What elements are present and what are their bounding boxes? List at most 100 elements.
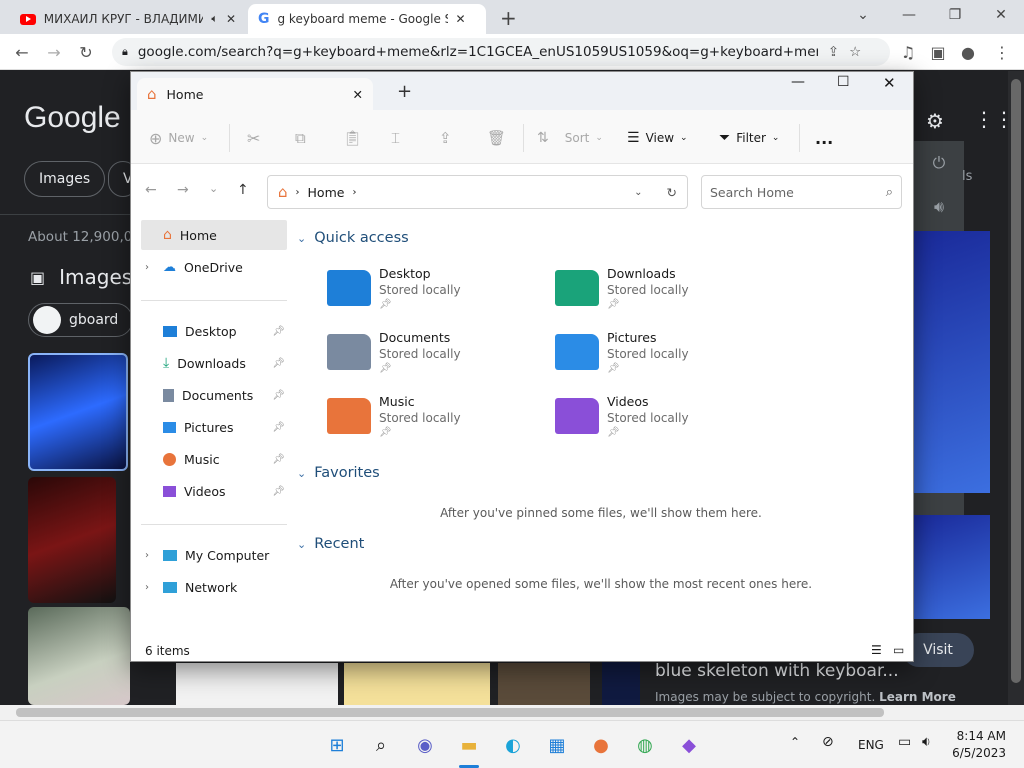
close-tab-icon[interactable]: ✕ xyxy=(226,12,236,26)
nav-item-documents[interactable]: Documents 📌︎ xyxy=(141,380,287,410)
view-button[interactable]: ☰ View ⌄ xyxy=(627,124,688,152)
refresh-icon[interactable]: ↻ xyxy=(667,185,677,200)
image-result-skeleton-blue[interactable] xyxy=(28,353,128,471)
chip-gboard[interactable]: gboard xyxy=(28,303,134,337)
edge-icon[interactable]: ◐ xyxy=(497,729,529,761)
quick-access-item-downloads[interactable]: Downloads Stored locally 📌︎ xyxy=(555,266,775,320)
close-tab-icon[interactable]: ✕ xyxy=(353,87,363,102)
forward-icon[interactable]: → xyxy=(38,34,70,70)
tab-search-icon[interactable]: ⌄ xyxy=(840,0,886,30)
back-icon[interactable]: ← xyxy=(6,34,38,70)
details-view-icon[interactable]: ☰ xyxy=(871,643,882,657)
share-icon[interactable]: ⇪ xyxy=(828,44,839,60)
tab-youtube[interactable]: МИХАИЛ КРУГ - ВЛАДИМИ 🔈︎ ✕ xyxy=(10,4,246,34)
nav-item-videos[interactable]: Videos 📌︎ xyxy=(141,476,287,506)
volume-icon[interactable]: 🔉︎ xyxy=(922,734,931,750)
chevron-down-icon[interactable]: ⌄ xyxy=(634,187,642,198)
sort-button[interactable]: ⇅ Sort ⌄ xyxy=(537,124,603,152)
tools-label[interactable]: ls xyxy=(962,169,972,184)
menu-icon[interactable]: ⋮ xyxy=(986,34,1018,70)
image-result-grid[interactable] xyxy=(176,663,338,705)
new-tab-button[interactable]: + xyxy=(500,6,517,30)
minimize-button[interactable]: — xyxy=(791,74,805,90)
scroll-thumb[interactable] xyxy=(16,708,884,717)
pin-icon[interactable]: 📌︎ xyxy=(607,427,689,438)
close-browser-button[interactable]: ✕ xyxy=(978,0,1024,30)
maximize-button[interactable]: ☐ xyxy=(837,74,850,90)
nav-item-music[interactable]: Music 📌︎ xyxy=(141,444,287,474)
chevron-right-icon[interactable]: › xyxy=(145,262,149,273)
cut-icon[interactable]: ✂ xyxy=(247,124,260,152)
nav-item-network[interactable]: › Network xyxy=(141,572,287,602)
section-quick-access[interactable]: ⌄ Quick access xyxy=(297,230,409,246)
quick-access-item-desktop[interactable]: Desktop Stored locally 📌︎ xyxy=(327,266,547,320)
image-result-yellow[interactable] xyxy=(344,663,490,705)
section-recent[interactable]: ⌄ Recent xyxy=(297,536,364,552)
store-icon[interactable]: ▦ xyxy=(541,729,573,761)
chevron-up-icon[interactable]: ⌃ xyxy=(790,735,800,749)
tiles-view-icon[interactable]: ▭ xyxy=(893,643,904,657)
clock[interactable]: 8:14 AM 6/5/2023 xyxy=(948,729,1006,760)
preview-image-top[interactable] xyxy=(914,231,990,493)
back-icon[interactable]: ← xyxy=(145,182,157,198)
pin-icon[interactable]: 📌︎ xyxy=(379,363,461,374)
nav-item-mycomputer[interactable]: › My Computer xyxy=(141,540,287,570)
horizontal-scrollbar[interactable] xyxy=(0,705,1024,720)
google-logo[interactable]: Google xyxy=(24,101,121,135)
copy-icon[interactable]: ⧉ xyxy=(295,124,306,152)
quick-access-item-videos[interactable]: Videos Stored locally 📌︎ xyxy=(555,394,775,448)
pin-icon[interactable]: 📌︎ xyxy=(272,390,285,401)
vertical-scrollbar[interactable] xyxy=(1008,71,1024,705)
nav-item-pictures[interactable]: Pictures 📌︎ xyxy=(141,412,287,442)
pin-icon[interactable]: 📌︎ xyxy=(272,358,285,369)
monitor-icon[interactable]: ▭ xyxy=(898,734,911,750)
new-button[interactable]: ⊕ New ⌄ xyxy=(149,124,208,152)
pin-icon[interactable]: 📌︎ xyxy=(379,427,461,438)
bookmark-star-icon[interactable]: ☆ xyxy=(849,44,861,60)
minimize-button[interactable]: — xyxy=(886,0,932,30)
delete-icon[interactable]: 🗑︎ xyxy=(487,124,506,152)
reload-icon[interactable]: ↻ xyxy=(70,34,102,70)
audio-icon[interactable]: 🔈︎ xyxy=(211,12,218,26)
start-icon[interactable]: ⊞ xyxy=(321,729,353,761)
search-input[interactable]: Search Home ⌕ xyxy=(701,175,902,209)
chevron-right-icon[interactable]: › xyxy=(145,550,149,561)
profile-icon[interactable]: ● xyxy=(952,34,984,70)
nav-item-desktop[interactable]: Desktop 📌︎ xyxy=(141,316,287,346)
search-icon[interactable]: ⌕ xyxy=(365,729,397,761)
quick-access-item-pictures[interactable]: Pictures Stored locally 📌︎ xyxy=(555,330,775,384)
media-icon[interactable]: ♫ xyxy=(892,34,924,70)
restore-button[interactable]: ❐ xyxy=(932,0,978,30)
address-box[interactable]: ⌂ › Home › ⌄ ↻ xyxy=(267,175,688,209)
forward-icon[interactable]: → xyxy=(177,182,189,198)
chip-images[interactable]: Images xyxy=(24,161,106,197)
pin-icon[interactable]: 📌︎ xyxy=(272,454,285,465)
tab-google[interactable]: G g keyboard meme - Google Sear ✕ xyxy=(248,4,486,34)
image-result-keyboard[interactable] xyxy=(28,607,130,705)
new-tab-button[interactable]: + xyxy=(397,81,412,102)
recent-locations-icon[interactable]: ⌄ xyxy=(209,182,218,195)
preview-image[interactable] xyxy=(914,515,990,619)
more-options-icon[interactable]: ... xyxy=(815,124,833,152)
rename-icon[interactable]: ⌶ xyxy=(391,124,400,152)
teams-icon[interactable]: ◉ xyxy=(409,729,441,761)
share-icon[interactable]: ⇪ xyxy=(439,124,452,152)
pin-icon[interactable]: 📌︎ xyxy=(272,422,285,433)
language-indicator[interactable]: ENG xyxy=(858,738,884,752)
paste-icon[interactable]: 📋︎ xyxy=(343,124,362,152)
pin-icon[interactable]: 📌︎ xyxy=(272,326,285,337)
nav-item-downloads[interactable]: ⤓ Downloads 📌︎ xyxy=(141,348,287,378)
pin-icon[interactable]: 📌︎ xyxy=(607,363,689,374)
chevron-right-icon[interactable]: › xyxy=(145,582,149,593)
nav-item-home[interactable]: ⌂ Home xyxy=(141,220,287,250)
nav-item-onedrive[interactable]: › ☁ OneDrive xyxy=(141,252,287,282)
quick-access-item-documents[interactable]: Documents Stored locally 📌︎ xyxy=(327,330,547,384)
image-result-skeleton-red[interactable] xyxy=(28,477,116,603)
filter-button[interactable]: ⏷ Filter ⌄ xyxy=(719,124,779,152)
preview-title[interactable]: blue skeleton with keyboar... xyxy=(655,661,899,681)
network-icon[interactable]: ⊘ xyxy=(822,734,834,750)
pin-icon[interactable]: 📌︎ xyxy=(272,486,285,497)
pin-icon[interactable]: 📌︎ xyxy=(379,299,461,310)
file-explorer-icon[interactable]: ▬ xyxy=(453,729,485,761)
close-window-button[interactable]: ✕ xyxy=(883,74,896,92)
